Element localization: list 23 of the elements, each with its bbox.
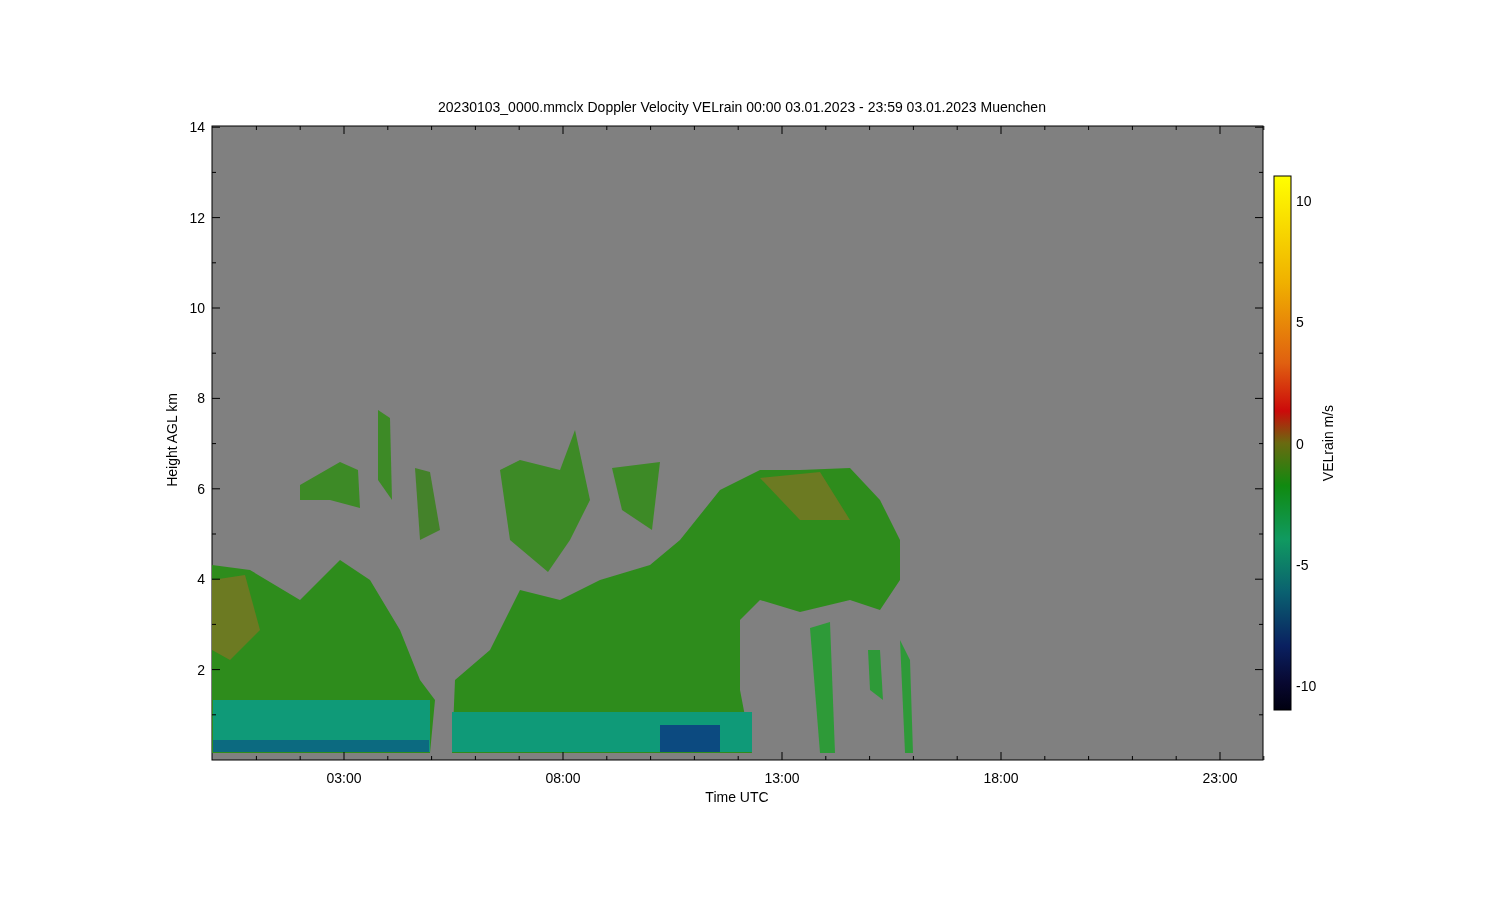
- radar-echo: [415, 468, 440, 540]
- plot-title: 20230103_0000.mmclx Doppler Velocity VELrain 00:00 03.01.2023 - 23:59 03.01.2023 Muenchen: [438, 99, 1046, 115]
- axis-tick-label: 8: [197, 390, 205, 407]
- axis-tick-label: 23:00: [1202, 770, 1238, 786]
- colorbar-tick-label: -5: [1296, 556, 1309, 573]
- axis-tick-label: 10: [189, 300, 205, 316]
- axis-label: Time UTC: [705, 789, 769, 805]
- colorbar-tick-label: 5: [1296, 314, 1304, 331]
- axis-tick-label: 12: [189, 209, 205, 226]
- colorbar-tick-label: 10: [1296, 193, 1312, 209]
- axis-tick-label: 18:00: [983, 770, 1019, 786]
- colorbar-tick-label: 0: [1296, 435, 1304, 452]
- axis-label: Height AGL km: [164, 393, 180, 487]
- axis-tick-label: 6: [197, 480, 205, 497]
- axis-tick-label: 08:00: [545, 770, 581, 786]
- radar-echo: [300, 462, 360, 508]
- axis-tick-label: 13:00: [764, 770, 800, 786]
- colorbar-label: VELrain m/s: [1320, 404, 1336, 482]
- axis-tick-label: 14: [189, 119, 205, 136]
- axis-tick-label: 03:00: [326, 770, 362, 786]
- axis-tick-label: 2: [197, 661, 205, 678]
- axis-tick-label: 4: [197, 571, 205, 588]
- colorbar-tick-label: -10: [1296, 678, 1317, 694]
